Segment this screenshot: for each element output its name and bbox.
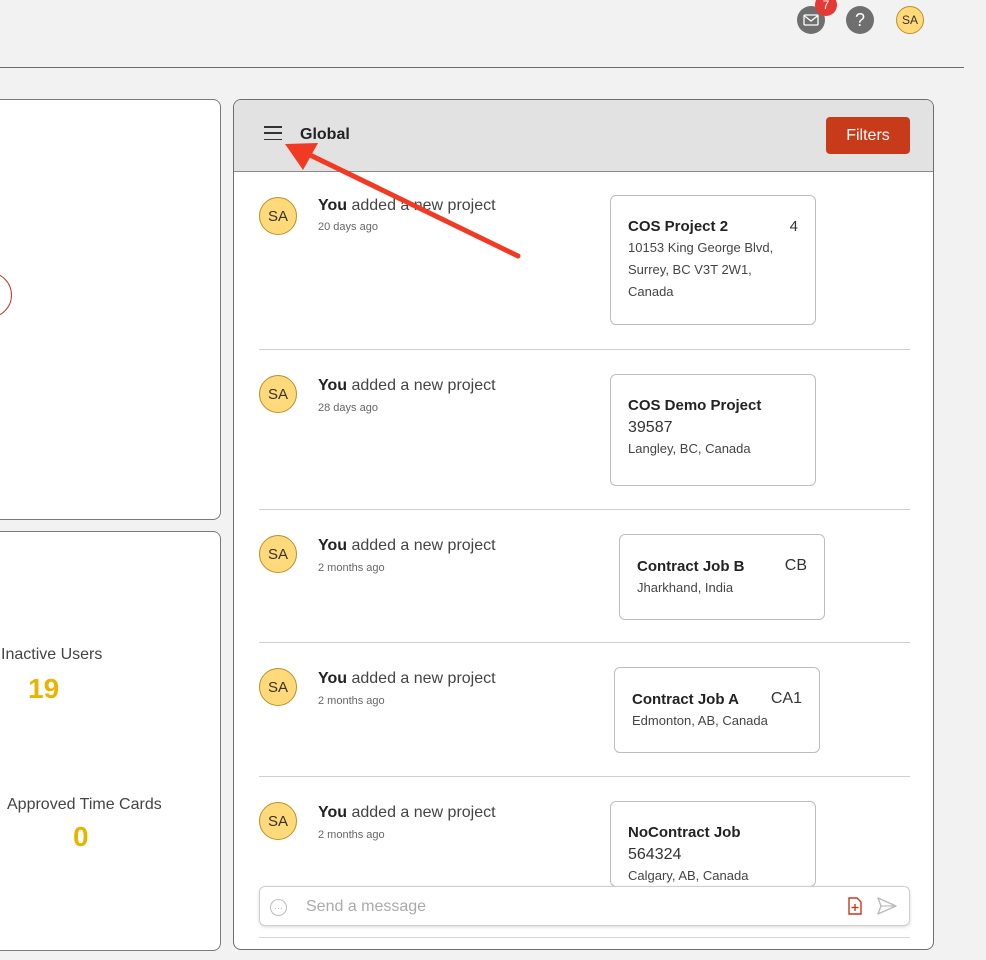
project-card[interactable]: Contract Job B CB Jharkhand, India	[619, 534, 825, 620]
project-address: Calgary, AB, Canada	[628, 868, 749, 883]
project-name: COS Project 2	[628, 218, 729, 235]
feed-title: Global	[300, 126, 350, 143]
feed-divider	[259, 937, 910, 938]
project-code: 39587	[628, 419, 673, 436]
entry-time: 2 months ago	[318, 562, 385, 574]
entry-avatar: SA	[259, 375, 297, 413]
left-card-stats: Inactive Users 19 Approved Time Cards 0	[0, 531, 221, 951]
entry-avatar: SA	[259, 668, 297, 706]
user-avatar[interactable]: SA	[896, 6, 924, 34]
project-code: 4	[789, 218, 798, 235]
project-address: Jharkhand, India	[637, 580, 734, 595]
project-code: 564324	[628, 846, 682, 863]
project-code: CB	[784, 557, 807, 574]
entry-message: You added a new project	[318, 197, 496, 214]
help-icon[interactable]: ?	[846, 6, 874, 34]
attach-file-icon[interactable]	[847, 897, 863, 920]
project-card[interactable]: COS Demo Project 39587 Langley, BC, Cana…	[610, 374, 816, 486]
message-input[interactable]	[306, 895, 826, 919]
chat-bubble-icon: ···	[270, 899, 287, 916]
message-bar: ···	[259, 886, 910, 926]
project-card[interactable]: Contract Job A CA1 Edmonton, AB, Canada	[614, 667, 820, 753]
project-address: Edmonton, AB, Canada	[632, 713, 768, 728]
project-address: Langley, BC, Canada	[628, 441, 751, 456]
entry-avatar: SA	[259, 197, 297, 235]
entry-avatar: SA	[259, 802, 297, 840]
hamburger-menu-icon[interactable]	[264, 126, 282, 140]
top-bar: 7 ? SA	[0, 0, 964, 68]
inactive-users-label: Inactive Users	[1, 646, 103, 663]
left-card-top	[0, 99, 221, 520]
feed-entry: SA You added a new project 28 days ago C…	[259, 350, 910, 510]
project-name: Contract Job A	[632, 690, 739, 708]
entry-time: 20 days ago	[318, 221, 378, 233]
approved-time-cards-label: Approved Time Cards	[7, 796, 162, 813]
entry-message: You added a new project	[318, 537, 496, 554]
entry-time: 2 months ago	[318, 695, 385, 707]
activity-feed-panel: Global Filters SA You added a new projec…	[233, 99, 934, 950]
project-address: 10153 King George Blvd, Surrey, BC V3T 2…	[628, 240, 774, 299]
project-name: COS Demo Project	[628, 397, 762, 414]
entry-message: You added a new project	[318, 670, 496, 687]
send-icon[interactable]	[877, 897, 897, 920]
feed-header: Global Filters	[234, 100, 933, 172]
filters-button[interactable]: Filters	[826, 117, 910, 154]
entry-avatar: SA	[259, 535, 297, 573]
project-card[interactable]: COS Project 2 4 10153 King George Blvd, S…	[610, 195, 816, 325]
entry-time: 2 months ago	[318, 829, 385, 841]
project-name: Contract Job B	[637, 557, 745, 575]
entry-message: You added a new project	[318, 377, 496, 394]
chart-ring	[0, 272, 12, 318]
project-code: CA1	[770, 690, 802, 707]
approved-time-cards-value: 0	[73, 821, 89, 852]
notification-badge: 7	[815, 0, 837, 16]
feed-entry: SA You added a new project 2 months ago …	[259, 510, 910, 643]
project-card[interactable]: NoContract Job 564324 Calgary, AB, Canad…	[610, 801, 816, 887]
feed-entry: SA You added a new project 20 days ago C…	[259, 195, 910, 350]
entry-time: 28 days ago	[318, 402, 378, 414]
feed-entry: SA You added a new project 2 months ago …	[259, 643, 910, 777]
entry-message: You added a new project	[318, 804, 496, 821]
inactive-users-value: 19	[28, 673, 60, 704]
project-name: NoContract Job	[628, 824, 741, 841]
